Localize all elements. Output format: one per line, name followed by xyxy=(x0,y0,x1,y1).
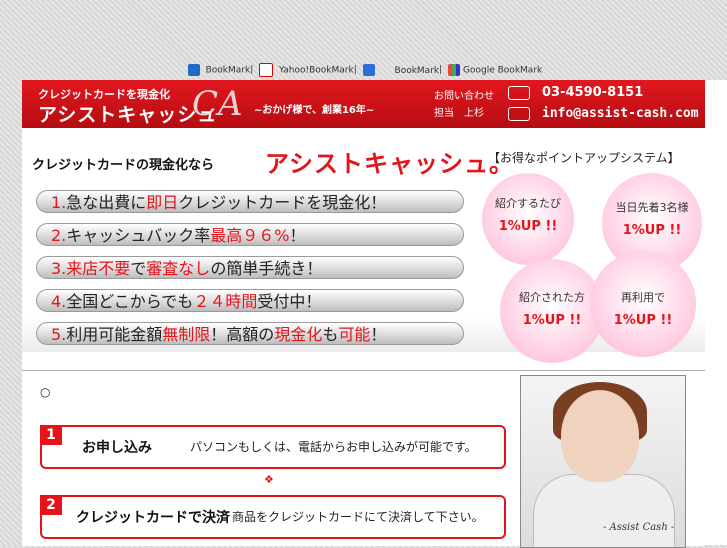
logo-mark: CA xyxy=(192,84,243,124)
feature-item-5: 5.利用可能金額無制限！高額の現金化も可能！ xyxy=(36,322,464,345)
step-2-number: 2 xyxy=(40,495,62,515)
mail-icon xyxy=(508,106,530,121)
contact-label: お問い合わせ xyxy=(434,91,494,102)
point-up-panel: 【お得なポイントアップシステム】 紹介するたび 1%UP !! 当日先着3名様 1%… xyxy=(482,141,705,363)
bullet-mark: ○ xyxy=(40,385,51,399)
site-title[interactable]: アシストキャッシュ xyxy=(38,100,217,127)
bookmark-bar: BookMark | Yahoo!BookMark | BookMark | G… xyxy=(0,62,727,78)
down-arrow-icon: ❖ xyxy=(264,473,274,486)
staff-label: 担当 上杉 xyxy=(434,108,484,119)
step-2-title: クレジットカードで決済 xyxy=(76,510,230,526)
hero-subtitle: クレジットカードの現金化なら xyxy=(32,158,215,173)
photo-caption: - Assist Cash - xyxy=(603,522,675,533)
feature-item-2: 2.キャッシュバック率最高９６%！ xyxy=(36,223,464,246)
bookmark-link-google[interactable]: Google BookMark xyxy=(463,66,542,76)
flow-section: ○ 1 お申し込み パソコンもしくは、電話からお申し込みが可能です。 ❖ 2 ク… xyxy=(22,370,705,548)
feature-item-3: 3.来店不要で審査なしの簡単手続き！ xyxy=(36,256,464,279)
point-up-heading: 【お得なポイントアップシステム】 xyxy=(488,151,680,165)
feature-item-4: 4.全国どこからでも２４時間受付中！ xyxy=(36,289,464,312)
bookmark-link-yahoo[interactable]: Yahoo!BookMark xyxy=(279,66,354,76)
step-2-desc: 商品をクレジットカードにて決済して下さい。 xyxy=(232,510,484,524)
hero-section: クレジットカードの現金化なら アシストキャッシュ。 1.急な出費に即日クレジット… xyxy=(22,136,705,363)
step-1-number: 1 xyxy=(40,425,62,445)
phone-number[interactable]: 03-4590-8151 xyxy=(508,85,643,100)
contact-block: お問い合わせ 担当 上杉 xyxy=(434,88,494,122)
point-circle-reuse: 再利用で 1%UP !! xyxy=(590,251,696,357)
step-1: 1 お申し込み パソコンもしくは、電話からお申し込みが可能です。 xyxy=(40,425,506,469)
bookmark-link-livedoor[interactable]: BookMark xyxy=(395,66,440,76)
yahoo-icon[interactable] xyxy=(259,63,274,77)
point-circle-referred: 紹介された方 1%UP !! xyxy=(500,259,604,363)
point-circle-referral: 紹介するたび 1%UP !! xyxy=(482,173,574,265)
site-header: クレジットカードを現金化 アシストキャッシュ CA ~おかげ様で、創業16年~ … xyxy=(22,80,705,128)
hero-title: アシストキャッシュ。 xyxy=(265,150,515,178)
bookmark-link-hatena[interactable]: BookMark xyxy=(206,66,251,76)
step-1-desc: パソコンもしくは、電話からお申し込みが可能です。 xyxy=(190,440,477,454)
page-container: クレジットカードを現金化 アシストキャッシュ CA ~おかげ様で、創業16年~ … xyxy=(22,80,727,548)
header-tagline: ~おかげ様で、創業16年~ xyxy=(254,105,375,116)
phone-icon xyxy=(508,85,530,100)
google-icon[interactable] xyxy=(448,64,461,76)
step-2: 2 クレジットカードで決済 商品をクレジットカードにて決済して下さい。 xyxy=(40,495,506,539)
operator-photo: - Assist Cash - xyxy=(520,375,686,548)
email-address[interactable]: info@assist-cash.com xyxy=(508,106,699,121)
step-1-title: お申し込み xyxy=(82,440,152,456)
livedoor-icon[interactable] xyxy=(362,64,375,76)
hatena-icon[interactable] xyxy=(187,64,200,76)
feature-item-1: 1.急な出費に即日クレジットカードを現金化！ xyxy=(36,190,464,213)
